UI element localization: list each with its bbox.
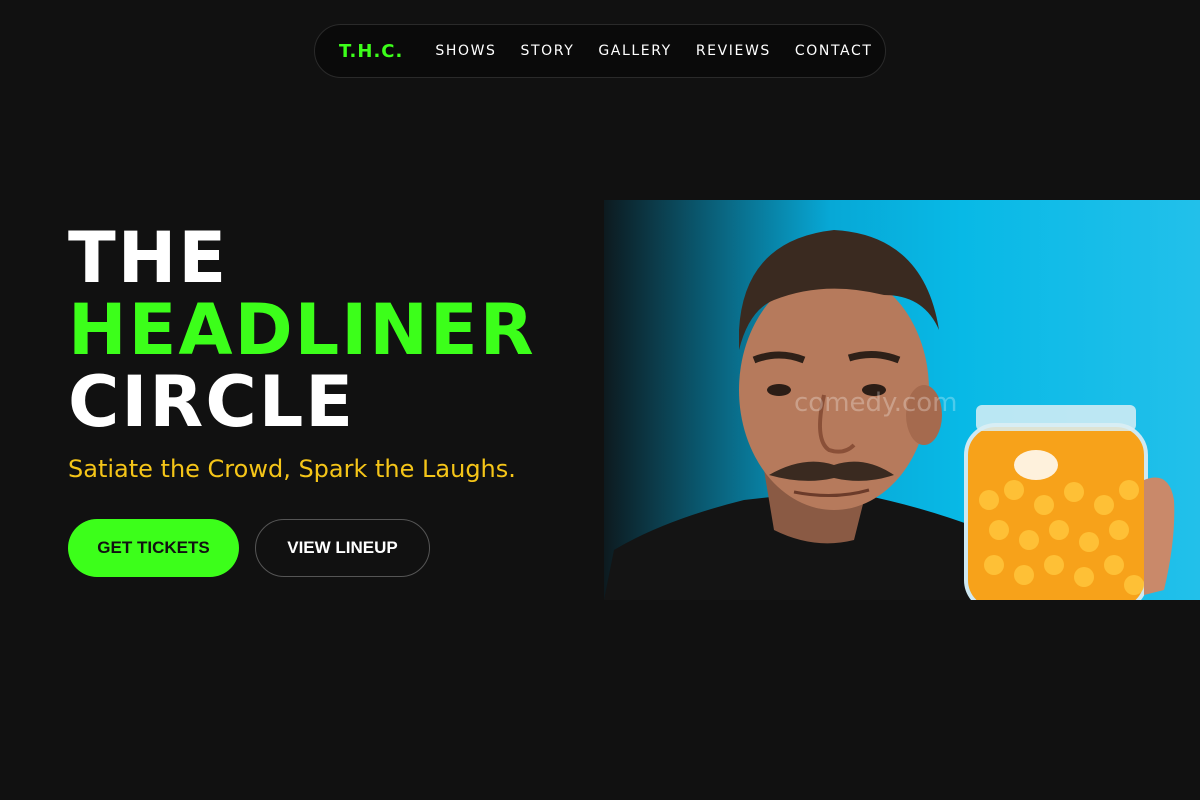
hero-title-line-3: CIRCLE bbox=[68, 361, 356, 443]
nav-link-reviews[interactable]: REVIEWS bbox=[696, 43, 771, 59]
top-navigation: T.H.C. SHOWS STORY GALLERY REVIEWS CONTA… bbox=[314, 24, 886, 78]
view-lineup-button[interactable]: VIEW LINEUP bbox=[255, 519, 430, 577]
nav-links: SHOWS STORY GALLERY REVIEWS CONTACT bbox=[435, 43, 872, 59]
get-tickets-button[interactable]: GET TICKETS bbox=[68, 519, 239, 577]
nav-link-story[interactable]: STORY bbox=[521, 43, 575, 59]
hero-title-line-2: HEADLINER bbox=[68, 289, 536, 371]
hero-title: THE HEADLINER CIRCLE bbox=[68, 222, 536, 438]
image-watermark: comedy.com bbox=[794, 388, 958, 418]
nav-link-contact[interactable]: CONTACT bbox=[795, 43, 873, 59]
nav-link-gallery[interactable]: GALLERY bbox=[598, 43, 671, 59]
hero-title-line-1: THE bbox=[68, 217, 229, 299]
site-logo[interactable]: T.H.C. bbox=[339, 41, 403, 62]
nav-link-shows[interactable]: SHOWS bbox=[435, 43, 496, 59]
hero-tagline: Satiate the Crowd, Spark the Laughs. bbox=[68, 455, 516, 483]
page: T.H.C. SHOWS STORY GALLERY REVIEWS CONTA… bbox=[0, 0, 1200, 800]
hero-photo: comedy.com bbox=[604, 200, 1200, 600]
